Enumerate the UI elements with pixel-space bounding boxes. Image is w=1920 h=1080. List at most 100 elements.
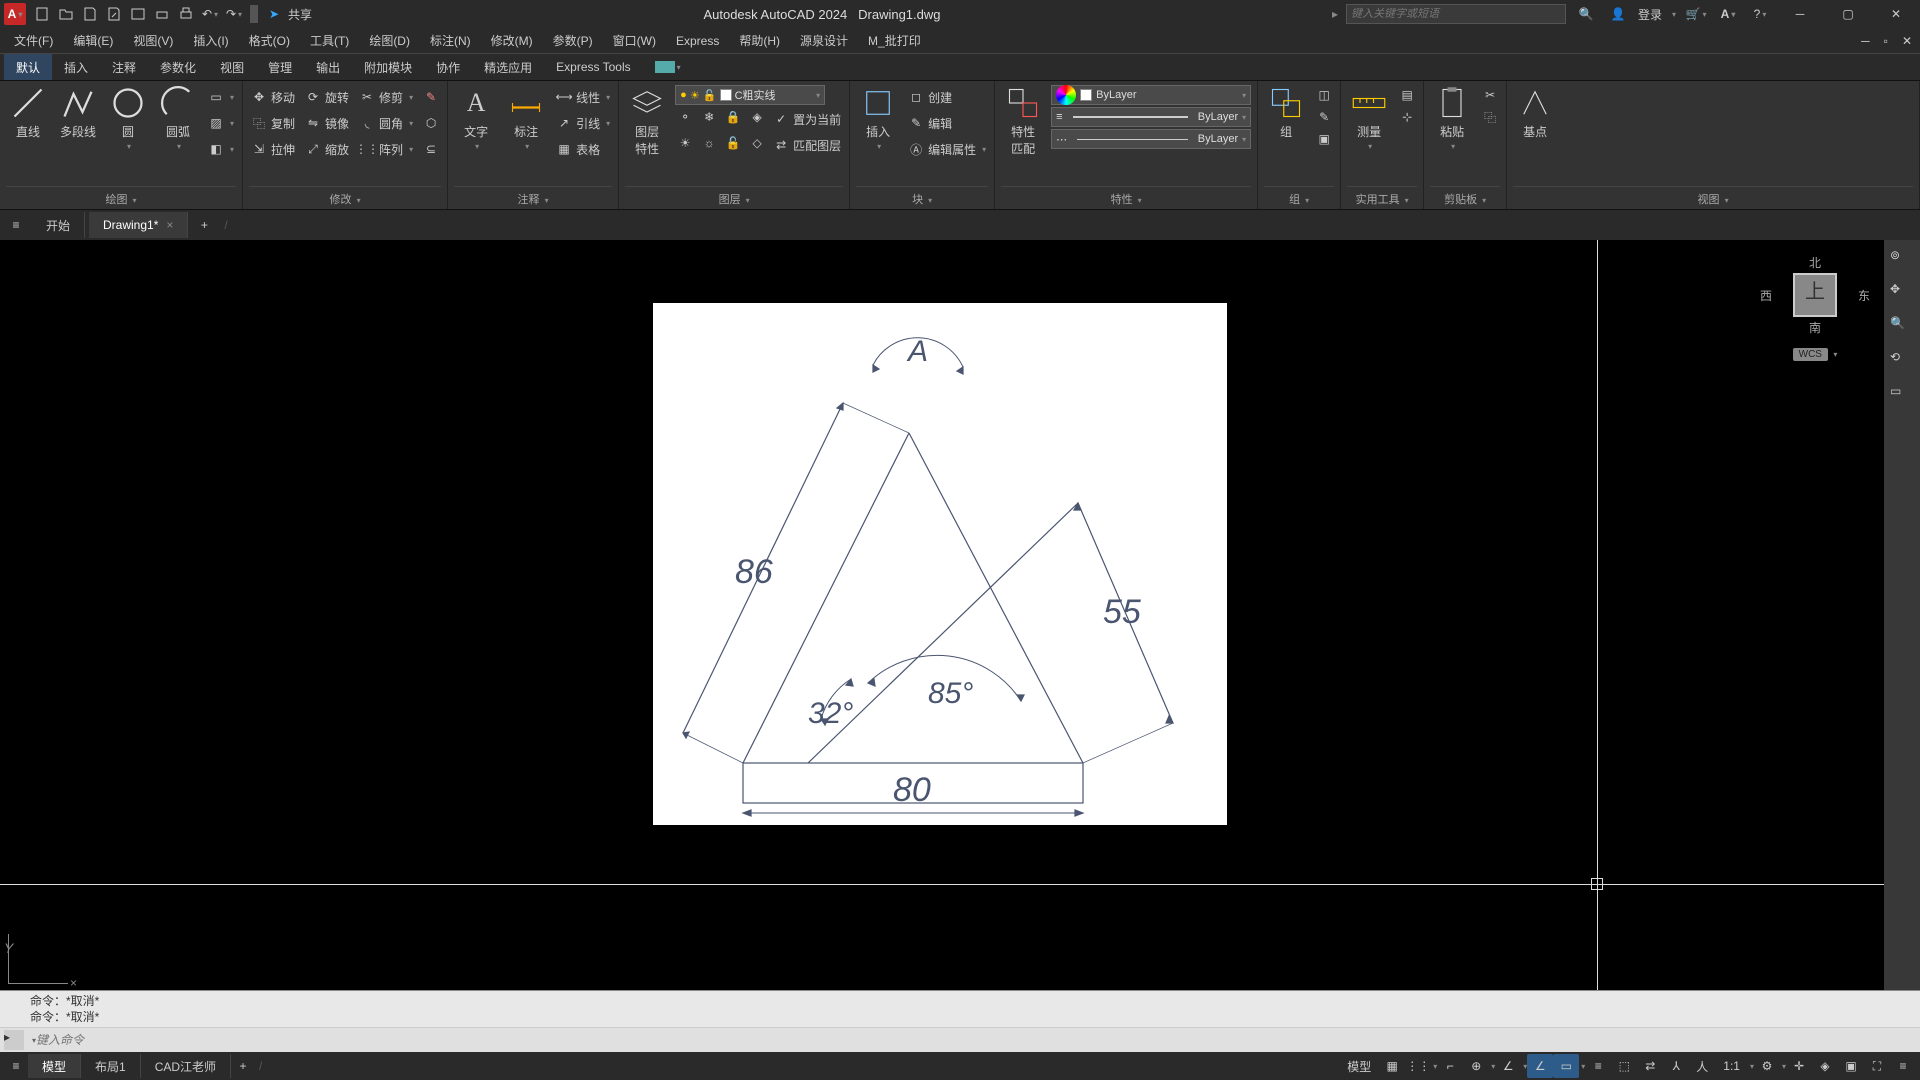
stretch-button[interactable]: ⇲拉伸 xyxy=(249,137,297,161)
ribbon-tab-manage[interactable]: 管理 xyxy=(256,54,304,80)
panel-block-title[interactable]: 块 ▾ xyxy=(856,186,988,207)
panel-clipboard-title[interactable]: 剪贴板 ▾ xyxy=(1430,186,1500,207)
qat-new-icon[interactable] xyxy=(30,2,54,26)
menu-file[interactable]: 文件(F) xyxy=(4,28,63,53)
layout-tab-model[interactable]: 模型 xyxy=(28,1054,81,1078)
annoscale-icon[interactable]: ⅄ xyxy=(1663,1054,1689,1078)
panel-modify-title[interactable]: 修改 ▾ xyxy=(249,186,441,207)
create-block-button[interactable]: ◻创建 xyxy=(906,85,988,109)
cleanscreen-icon[interactable]: ⛶ xyxy=(1864,1054,1890,1078)
ribbon-tab-parametric[interactable]: 参数化 xyxy=(148,54,208,80)
measure-button[interactable]: 测量▾ xyxy=(1347,85,1391,151)
ribbon-tab-express[interactable]: Express Tools xyxy=(544,54,642,80)
move-button[interactable]: ✥移动 xyxy=(249,85,297,109)
ribbon-tab-view[interactable]: 视图 xyxy=(208,54,256,80)
new-layout-button[interactable]: + xyxy=(231,1054,255,1078)
array-button[interactable]: ⋮⋮阵列▾ xyxy=(357,137,415,161)
file-tabs-menu-icon[interactable]: ≡ xyxy=(4,213,28,237)
doc-restore-icon[interactable]: ▫ xyxy=(1884,34,1888,48)
polar-icon[interactable]: ⊕ xyxy=(1463,1054,1489,1078)
cart-icon[interactable]: 🛒▾ xyxy=(1684,2,1708,26)
menu-help[interactable]: 帮助(H) xyxy=(729,28,790,53)
region-button[interactable]: ◧▾ xyxy=(206,137,236,161)
new-tab-button[interactable]: + xyxy=(192,213,216,237)
menu-window[interactable]: 窗口(W) xyxy=(603,28,666,53)
menu-dim[interactable]: 标注(N) xyxy=(420,28,481,53)
share-icon[interactable]: ➤ xyxy=(262,2,286,26)
layer-iso-icon[interactable]: ◈ xyxy=(747,107,767,127)
offset-button[interactable]: ⊆ xyxy=(421,137,441,161)
wcs-label[interactable]: WCS xyxy=(1793,348,1828,361)
search-input[interactable] xyxy=(1346,4,1566,24)
ribbon-tab-addins[interactable]: 附加模块 xyxy=(352,54,424,80)
menu-draw[interactable]: 绘图(D) xyxy=(359,28,420,53)
edit-block-button[interactable]: ✎编辑 xyxy=(906,111,988,135)
polyline-button[interactable]: 多段线 xyxy=(56,85,100,140)
menu-param[interactable]: 参数(P) xyxy=(543,28,603,53)
layer-lock-icon[interactable]: 🔒 xyxy=(723,107,743,127)
ribbon-tab-featured[interactable]: 精选应用 xyxy=(472,54,544,80)
lineweight-dropdown[interactable]: ≡ByLayer▾ xyxy=(1051,107,1251,127)
isodraft-icon[interactable]: ∠ xyxy=(1495,1054,1521,1078)
command-input[interactable] xyxy=(36,1033,1916,1047)
close-button[interactable]: ✕ xyxy=(1876,0,1916,28)
ribbon-tab-collab[interactable]: 协作 xyxy=(424,54,472,80)
circle-button[interactable]: 圆▾ xyxy=(106,85,150,151)
menu-modify[interactable]: 修改(M) xyxy=(481,28,543,53)
nav-wheel-icon[interactable]: ⊚ xyxy=(1890,248,1914,272)
qat-print-icon[interactable] xyxy=(174,2,198,26)
qat-saveas-icon[interactable] xyxy=(102,2,126,26)
panel-group-title[interactable]: 组 ▾ xyxy=(1264,186,1334,207)
nav-showmotion-icon[interactable]: ▭ xyxy=(1890,384,1914,408)
layer-off-icon[interactable]: ⚬ xyxy=(675,107,695,127)
linear-dim-button[interactable]: ⟷线性▾ xyxy=(554,85,612,109)
scale-button[interactable]: ⤢缩放 xyxy=(303,137,351,161)
set-current-button[interactable]: ✓置为当前 xyxy=(771,107,843,131)
viewcube-north[interactable]: 北 xyxy=(1760,254,1870,271)
modelspace-toggle[interactable]: 模型 xyxy=(1339,1058,1379,1075)
viewcube-south[interactable]: 南 xyxy=(1760,319,1870,336)
layout-tab-1[interactable]: 布局1 xyxy=(81,1054,141,1078)
app-logo[interactable]: A▾ xyxy=(4,3,26,25)
file-tab-start[interactable]: 开始 xyxy=(32,212,85,238)
login-label[interactable]: 登录 xyxy=(1638,6,1662,23)
nav-orbit-icon[interactable]: ⟲ xyxy=(1890,350,1914,374)
layer-unlock-icon[interactable]: 🔓 xyxy=(723,133,743,153)
copy-clip-icon[interactable]: ⿻ xyxy=(1480,107,1500,127)
customize-icon[interactable]: ≡ xyxy=(1890,1054,1916,1078)
viewcube-top-face[interactable]: 上 xyxy=(1793,273,1837,317)
rotate-button[interactable]: ⟳旋转 xyxy=(303,85,351,109)
nav-zoom-icon[interactable]: 🔍 xyxy=(1890,316,1914,340)
drawing-canvas[interactable]: Y × 80 xyxy=(0,240,1920,990)
menu-mprint[interactable]: M_批打印 xyxy=(858,28,931,53)
point-icon[interactable]: ⊹ xyxy=(1397,107,1417,127)
ribbon-tab-annotate[interactable]: 注释 xyxy=(100,54,148,80)
transparency-icon[interactable]: ⬚ xyxy=(1611,1054,1637,1078)
nav-pan-icon[interactable]: ✥ xyxy=(1890,282,1914,306)
menu-express[interactable]: Express xyxy=(666,28,729,53)
panel-layers-title[interactable]: 图层 ▾ xyxy=(625,186,843,207)
panel-properties-title[interactable]: 特性 ▾ xyxy=(1001,186,1251,207)
group-button[interactable]: 组 xyxy=(1264,85,1308,140)
mirror-button[interactable]: ⇋镜像 xyxy=(303,111,351,135)
color-dropdown[interactable]: ByLayer▾ xyxy=(1051,85,1251,105)
maximize-button[interactable]: ▢ xyxy=(1828,0,1868,28)
ribbon-tab-output[interactable]: 输出 xyxy=(304,54,352,80)
match-layer-button[interactable]: ⇄匹配图层 xyxy=(771,133,843,157)
isolate-icon[interactable]: ◈ xyxy=(1812,1054,1838,1078)
doc-close-icon[interactable]: ✕ xyxy=(1902,34,1912,48)
grid-icon[interactable]: ▦ xyxy=(1379,1054,1405,1078)
layout-tab-2[interactable]: CAD江老师 xyxy=(141,1054,231,1078)
lineweight-icon[interactable]: ≡ xyxy=(1585,1054,1611,1078)
menu-format[interactable]: 格式(O) xyxy=(239,28,300,53)
hatch-button[interactable]: ▨▾ xyxy=(206,111,236,135)
trim-button[interactable]: ✂修剪▾ xyxy=(357,85,415,109)
viewcube-west[interactable]: 西 xyxy=(1760,287,1772,304)
table-button[interactable]: ▦表格 xyxy=(554,137,612,161)
panel-draw-title[interactable]: 绘图 ▾ xyxy=(6,186,236,207)
ungroup-icon[interactable]: ◫ xyxy=(1314,85,1334,105)
file-tab-drawing1[interactable]: Drawing1*× xyxy=(89,212,188,238)
layout-menu-icon[interactable]: ≡ xyxy=(4,1054,28,1078)
share-label[interactable]: 共享 xyxy=(288,6,312,23)
quickprops-icon[interactable]: ✛ xyxy=(1786,1054,1812,1078)
